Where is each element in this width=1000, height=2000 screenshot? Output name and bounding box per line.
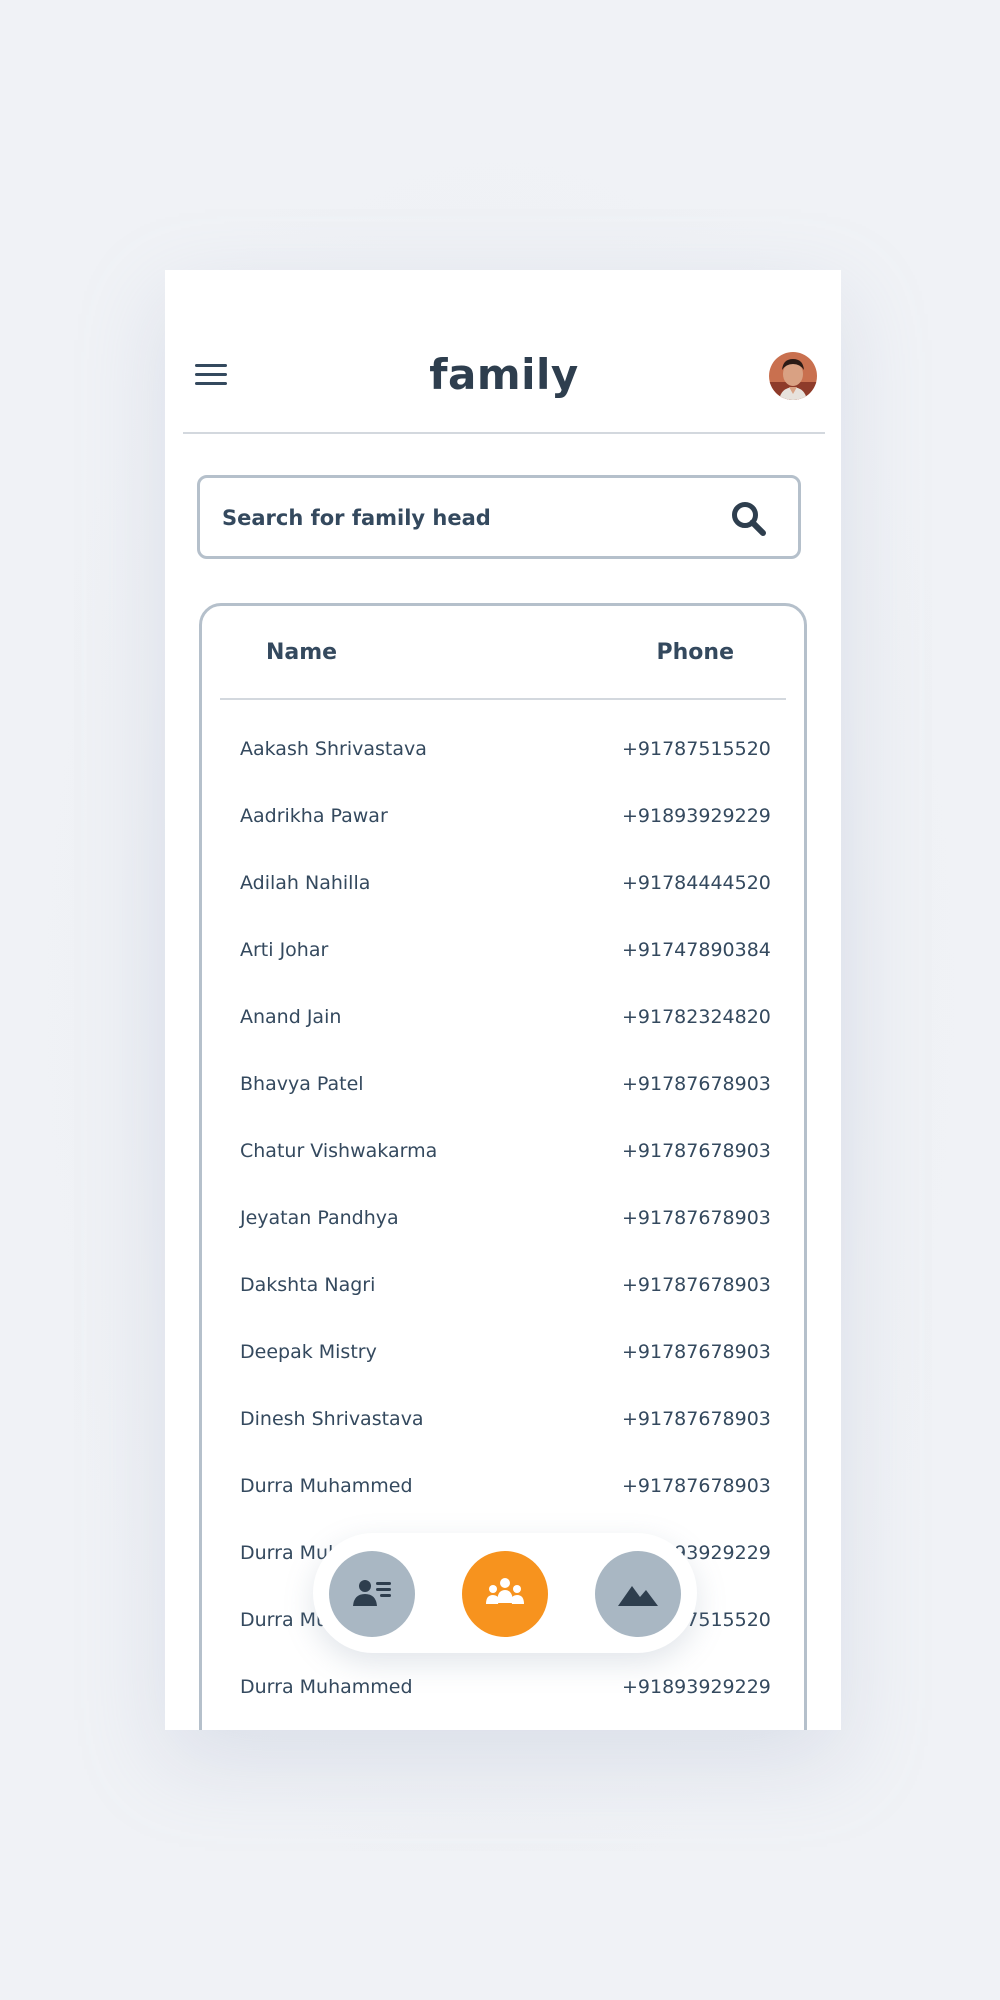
table-row[interactable]: Jeyatan Pandhya +91787678903: [202, 1187, 804, 1254]
row-name: Chatur Vishwakarma: [240, 1140, 438, 1162]
search-bar: [197, 475, 801, 559]
row-name: Adilah Nahilla: [240, 872, 371, 894]
table-row[interactable]: Chatur Vishwakarma +91787678903: [202, 1120, 804, 1187]
row-phone: +91893929229: [622, 1676, 771, 1698]
nav-gallery-button[interactable]: [595, 1551, 681, 1637]
table-row[interactable]: Bhavya Patel +91787678903: [202, 1053, 804, 1120]
row-name: Aakash Shrivastava: [240, 738, 427, 760]
row-phone: +91784444520: [622, 872, 771, 894]
row-name: Durra Muhammed: [240, 1475, 413, 1497]
column-header-phone: Phone: [656, 640, 734, 665]
contact-card-icon: [353, 1580, 391, 1606]
row-name: Bhavya Patel: [240, 1073, 364, 1095]
table-row[interactable]: Aadrikha Pawar +91893929229: [202, 785, 804, 852]
row-name: Dakshta Nagri: [240, 1274, 376, 1296]
table-row[interactable]: Aakash Shrivastava +91787515520: [202, 718, 804, 785]
row-name: Aadrikha Pawar: [240, 805, 388, 827]
page-title: family: [429, 350, 579, 399]
nav-family-button[interactable]: [462, 1551, 548, 1637]
search-icon[interactable]: [730, 500, 768, 538]
column-header-name: Name: [266, 640, 338, 665]
row-phone: +91787678903: [622, 1408, 771, 1430]
row-name: Deepak Mistry: [240, 1341, 377, 1363]
table-row[interactable]: Anand Jain +91782324820: [202, 986, 804, 1053]
table-row[interactable]: Durra Muhammed +91787678903: [202, 1455, 804, 1522]
table-row[interactable]: Deepak Mistry +91787678903: [202, 1321, 804, 1388]
row-phone: +91787678903: [622, 1274, 771, 1296]
search-input[interactable]: [220, 478, 694, 558]
row-phone: +91787678903: [622, 1207, 771, 1229]
table-row[interactable]: Adilah Nahilla +91784444520: [202, 852, 804, 919]
row-phone: +91787678903: [622, 1140, 771, 1162]
table-row[interactable]: Dinesh Shrivastava +91787678903: [202, 1388, 804, 1455]
row-phone: +91787678903: [622, 1341, 771, 1363]
row-phone: +91893929229: [622, 805, 771, 827]
table-row[interactable]: Arti Johar +91747890384: [202, 919, 804, 986]
row-phone: +91747890384: [622, 939, 771, 961]
row-name: Dinesh Shrivastava: [240, 1408, 424, 1430]
row-name: Anand Jain: [240, 1006, 342, 1028]
nav-contacts-button[interactable]: [329, 1551, 415, 1637]
family-group-icon: [486, 1578, 524, 1604]
row-name: Arti Johar: [240, 939, 329, 961]
row-name: Durra Muhammed: [240, 1676, 413, 1698]
row-phone: +91787515520: [622, 738, 771, 760]
bottom-navigation: [313, 1533, 697, 1653]
table-row[interactable]: Durra Muhammed +91893929229: [202, 1656, 804, 1723]
row-name: Jeyatan Pandhya: [240, 1207, 399, 1229]
mountains-icon: [618, 1586, 658, 1606]
table-header: Name Phone: [220, 606, 786, 700]
row-phone: +91787678903: [622, 1475, 771, 1497]
user-avatar[interactable]: [769, 352, 817, 400]
row-phone: +91787678903: [622, 1073, 771, 1095]
app-header: family: [183, 332, 825, 434]
row-phone: +91782324820: [622, 1006, 771, 1028]
app-screen: family Name Phone Aakash Sh: [165, 270, 841, 1730]
table-row[interactable]: Dakshta Nagri +91787678903: [202, 1254, 804, 1321]
